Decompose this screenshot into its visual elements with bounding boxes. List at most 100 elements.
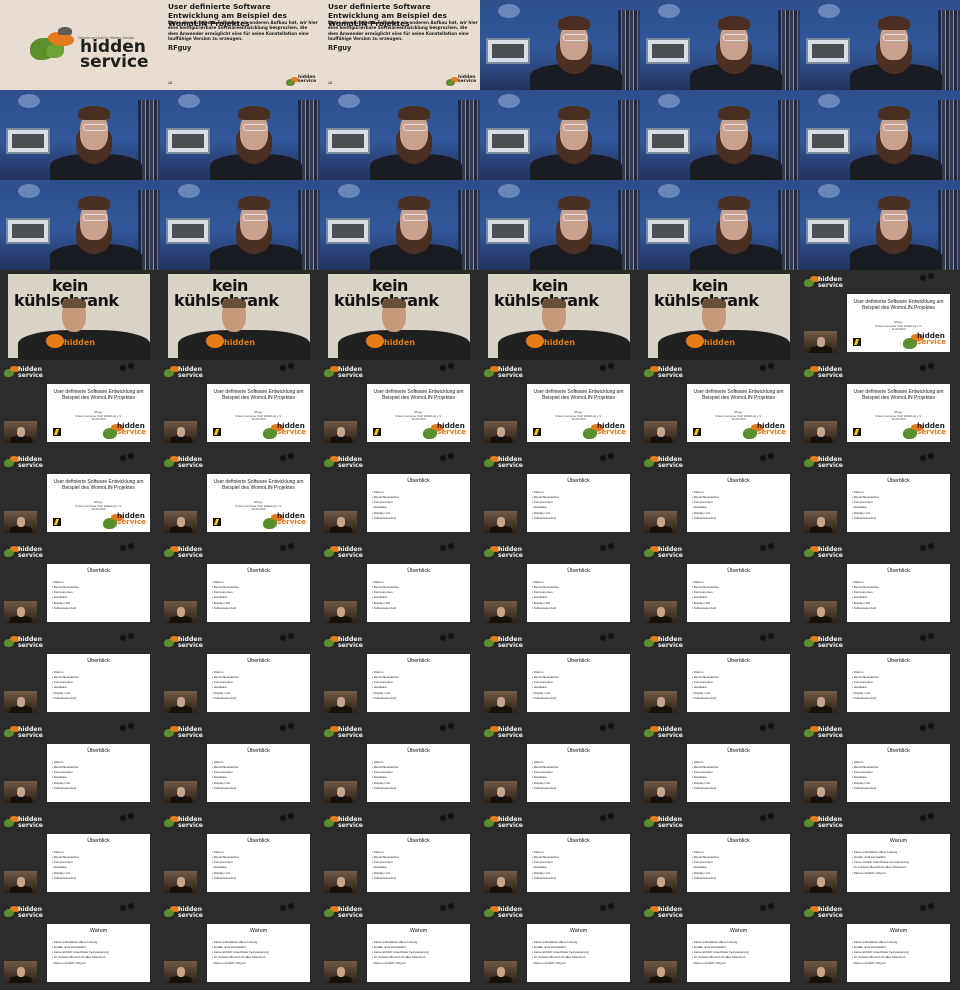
speaker-thumbnail [324,961,357,983]
shirt-logo-icon [46,334,64,348]
gears-icon [920,903,936,913]
slide-bullet: Weil es wirklich nötig ist [52,961,109,966]
speaker-thumbnail [804,601,837,623]
speaker-thumbnail [4,871,37,893]
slide-title: User definierte Software Entwicklung am … [53,479,144,491]
presentation-frame: hidden service Überblick WarumMenschbuss… [800,720,960,810]
speaker-thumbnail [4,781,37,803]
speaker-hair [558,106,590,120]
gears-icon [280,543,296,553]
webcam-frame-host: kein kühlschrank hidden [0,270,160,360]
stream-logo: hidden service [484,546,523,558]
gears-icon [920,813,936,823]
stream-brand: hidden service [818,816,843,829]
lightning-logo-icon [53,428,61,436]
lightning-logo-icon [213,518,221,526]
slide-bullet: Softwarekonzept [852,696,879,701]
speaker-thumbnail [644,421,677,443]
stream-brand: hidden service [498,906,523,919]
brand-wordmark: hidden service [80,38,149,73]
gears-icon [760,723,776,733]
stream-brand: hidden service [338,726,363,739]
lightning-logo-icon [853,428,861,436]
ceiling-lamp [658,184,680,198]
host-hair [62,298,86,308]
slide-bullets: WarumMenschbussachenKomponentenHardwareD… [532,580,559,611]
stream-logo: hidden service [324,366,363,378]
slide-brand: hidden service [917,331,946,347]
stream-brand: hidden service [338,816,363,829]
mini-logo: hidden service [446,75,476,86]
webcam-frame-speaker [160,180,320,270]
slide: Überblick WarumMenschbussachenKomponente… [847,654,950,712]
slide: Überblick WarumMenschbussachenKomponente… [207,564,310,622]
presentation-frame: hidden service Überblick WarumMenschbuss… [480,450,640,540]
ceiling-lamp [338,184,360,198]
presentation-frame: hidden service User definierte Software … [800,360,960,450]
gears-icon [280,363,296,373]
stream-logo: hidden service [644,726,683,738]
slide-bullet: Softwarekonzept [372,606,399,611]
slide-heading: Überblick [727,568,750,574]
gears-icon [600,903,616,913]
presentation-frame: hidden service Überblick WarumMenschbuss… [800,450,960,540]
ceiling-lamp [498,94,520,108]
stream-brand: hidden service [338,366,363,379]
presentation-frame: hidden service Überblick WarumMenschbuss… [0,540,160,630]
speaker-thumbnail [644,961,677,983]
slide-title: User definierte Software Entwicklung am … [853,299,944,311]
slide-heading: Überblick [247,568,270,574]
stream-logo: hidden service [804,276,843,288]
speaker-thumbnail [644,511,677,533]
slide-logo: hidden service [903,422,949,440]
gears-icon [280,903,296,913]
lightning-logo-icon [533,428,541,436]
speaker-hair [718,16,750,30]
stream-logo: hidden service [804,906,843,918]
stream-logo: hidden service [644,816,683,828]
shirt-logo-icon [366,334,384,348]
presentation-frame: hidden service User definierte Software … [160,450,320,540]
wall-picture [326,218,370,244]
speaker-thumbnail [644,691,677,713]
slide-bullet: Softwarekonzept [372,786,399,791]
stream-logo: hidden service [484,366,523,378]
slide-bullets: WarumMenschbussachenKomponentenHardwareD… [212,850,239,881]
slide-bullets: WarumMenschbussachenKomponentenHardwareD… [372,580,399,611]
stream-brand: hidden service [178,546,203,559]
stream-brand: hidden service [818,366,843,379]
slide-bullets: WarumMenschbussachenKomponentenHardwareD… [212,580,239,611]
talk-description: Da so ziemlich jedes Fahrzeug ein andere… [168,20,318,41]
stream-brand: hidden service [658,546,683,559]
brand-line-2: service [80,52,149,73]
presentation-frame: hidden service Überblick WarumMenschbuss… [160,540,320,630]
slide: Überblick WarumMenschbussachenKomponente… [847,474,950,532]
gears-icon [440,543,456,553]
slide-bullets: WarumMenschbussachenKomponentenHardwareD… [532,670,559,701]
speaker-thumbnail [804,331,837,353]
stream-logo: hidden service [164,546,203,558]
wall-picture [6,128,50,154]
slide: Überblick WarumMenschbussachenKomponente… [527,474,630,532]
speaker-hair [878,196,910,210]
slide: Warum Keine einheitliche offene LösungGe… [367,924,470,982]
presentation-frame: hidden service Überblick WarumMenschbuss… [0,810,160,900]
slide-heading: Überblick [887,748,910,754]
slide-bullet: Softwarekonzept [852,606,879,611]
stream-logo: hidden service [4,546,43,558]
speaker-thumbnail [484,421,517,443]
slide-bullets: WarumMenschbussachenKomponentenHardwareD… [692,670,719,701]
mini-brand: hidden service [298,75,317,85]
slide: Warum Keine einheitliche offene LösungGe… [847,924,950,982]
speaker-thumbnail [164,511,197,533]
stream-brand: hidden service [338,636,363,649]
stream-brand: hidden service [818,906,843,919]
presentation-frame: hidden service Warum Keine einheitliche … [160,900,320,990]
slide-bullet: Im Caravan Bereich ist alles Ultenkuert [852,865,909,870]
gears-icon [920,453,936,463]
gears-icon [120,363,136,373]
stream-logo: hidden service [164,726,203,738]
stream-logo: hidden service [164,636,203,648]
slide-bullet: Softwarekonzept [532,876,559,881]
slide-bullet: Softwarekonzept [372,516,399,521]
